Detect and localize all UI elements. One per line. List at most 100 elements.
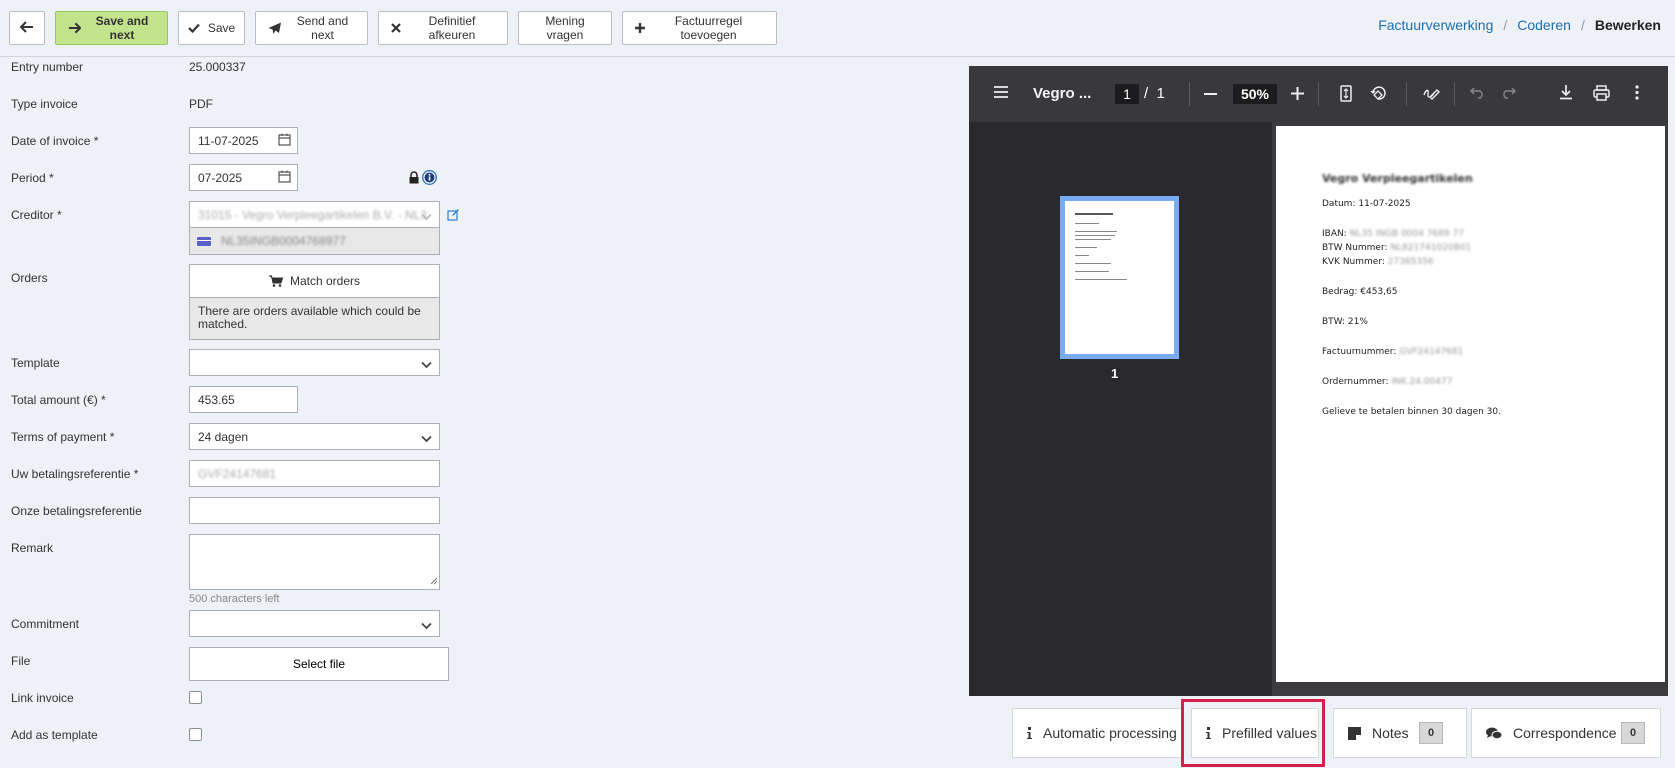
- terms-of-payment-value: 24 dagen: [198, 429, 249, 444]
- template-select[interactable]: [189, 349, 440, 376]
- zoom-in-icon[interactable]: [1291, 87, 1304, 100]
- doc-iban-value: NL35 INGB 0004 7689 77: [1346, 229, 1465, 239]
- tab-automatic-processing[interactable]: Automatic processing: [1012, 708, 1183, 758]
- entry-number-value: 25.000337: [189, 60, 246, 74]
- period-label: Period *: [11, 171, 54, 185]
- type-invoice-value: PDF: [189, 97, 213, 111]
- toolbar-divider: [1406, 82, 1407, 106]
- undo-icon[interactable]: [1470, 85, 1485, 99]
- onze-referentie-label: Onze betalingsreferentie: [11, 504, 142, 518]
- page-thumbnail[interactable]: [1060, 196, 1179, 359]
- doc-kvk-label: KVK Nummer:: [1322, 257, 1385, 267]
- tab-correspondence[interactable]: Correspondence 0: [1471, 708, 1661, 758]
- add-invoice-line-button[interactable]: Factuurregel toevoegen: [622, 11, 777, 45]
- breadcrumb-separator: /: [1580, 17, 1585, 33]
- send-and-next-button[interactable]: Send and next: [255, 11, 368, 45]
- remark-label: Remark: [11, 541, 54, 555]
- ask-opinion-button[interactable]: Mening vragen: [518, 11, 612, 45]
- chevron-down-icon: [421, 432, 432, 446]
- date-of-invoice-field[interactable]: 11-07-2025: [189, 127, 298, 154]
- lock-icon[interactable]: [408, 171, 420, 187]
- menu-icon[interactable]: [993, 85, 1009, 99]
- period-field[interactable]: 07-2025: [189, 164, 298, 191]
- uw-referentie-input[interactable]: GVF24147681: [189, 460, 440, 487]
- creditor-value: 31015 - Vegro Verpleegartikelen B.V. - N…: [198, 207, 426, 222]
- redo-icon[interactable]: [1501, 85, 1516, 99]
- breadcrumb-item-coderen[interactable]: Coderen: [1517, 17, 1571, 33]
- commitment-select[interactable]: [189, 610, 440, 637]
- total-amount-label: Total amount (€) *: [11, 393, 106, 407]
- edit-creditor-icon[interactable]: [447, 208, 460, 224]
- print-icon[interactable]: [1593, 85, 1610, 101]
- page-total-value: 1: [1156, 85, 1165, 102]
- doc-bedrag: Bedrag: €453,65: [1322, 287, 1398, 297]
- calendar-icon[interactable]: [278, 170, 291, 186]
- match-orders-button[interactable]: Match orders: [189, 264, 440, 298]
- uw-referentie-label: Uw betalingsreferentie *: [11, 467, 139, 481]
- arrow-right-icon: [68, 22, 81, 34]
- pdf-page-area: Vegro Verpleegartikelen Datum: 11-07-202…: [1272, 122, 1668, 696]
- terms-of-payment-label: Terms of payment *: [11, 430, 115, 444]
- save-and-next-label: Save and next: [95, 14, 149, 42]
- add-as-template-checkbox[interactable]: [189, 728, 202, 741]
- thumbnail-sidebar: 1: [969, 122, 1272, 696]
- doc-iban: IBAN: NL35 INGB 0004 7689 77: [1322, 228, 1665, 240]
- chevron-down-icon: [421, 210, 432, 224]
- doc-kvk-nummer: KVK Nummer: 27365356: [1322, 256, 1665, 268]
- doc-kvk-value: 27365356: [1384, 257, 1434, 267]
- pdf-title: Vegro ...: [1033, 85, 1092, 102]
- orders-label: Orders: [11, 271, 48, 285]
- creditor-select[interactable]: 31015 - Vegro Verpleegartikelen B.V. - N…: [189, 201, 440, 228]
- more-vertical-icon[interactable]: [1635, 85, 1639, 100]
- draw-icon[interactable]: [1423, 85, 1440, 101]
- breadcrumb-current: Bewerken: [1594, 17, 1661, 33]
- notes-count-badge: 0: [1419, 722, 1443, 744]
- select-file-button[interactable]: Select file: [189, 647, 449, 681]
- info-icon[interactable]: [421, 169, 438, 188]
- onze-referentie-input[interactable]: [189, 497, 440, 524]
- save-and-next-button[interactable]: Save and next: [55, 11, 168, 45]
- tab-notes[interactable]: Notes 0: [1333, 708, 1467, 758]
- doc-btw-nummer: BTW Nummer: NL821741020B01: [1322, 242, 1665, 254]
- doc-heading: Vegro Verpleegartikelen: [1322, 172, 1473, 185]
- zoom-out-icon[interactable]: [1204, 93, 1217, 95]
- remark-textarea[interactable]: [189, 534, 440, 590]
- commitment-label: Commitment: [11, 617, 80, 631]
- date-of-invoice-label: Date of invoice *: [11, 134, 99, 148]
- add-as-template-label: Add as template: [11, 728, 98, 742]
- shopping-cart-icon: [268, 275, 283, 287]
- remark-chars-left: 500 characters left: [189, 593, 280, 605]
- back-button[interactable]: [9, 11, 45, 45]
- fit-page-icon[interactable]: [1340, 85, 1352, 102]
- download-icon[interactable]: [1559, 85, 1573, 100]
- link-invoice-checkbox[interactable]: [189, 691, 202, 704]
- doc-factuur-value: GVF24147681: [1396, 347, 1464, 357]
- reject-button[interactable]: Definitief afkeuren: [378, 11, 508, 45]
- total-amount-input[interactable]: 453.65: [189, 386, 298, 413]
- toolbar-divider: [1318, 82, 1319, 106]
- arrow-left-icon: [19, 20, 34, 36]
- period-lock-info: [408, 169, 438, 188]
- chevron-down-icon: [421, 619, 432, 633]
- resize-handle-icon[interactable]: [430, 574, 438, 588]
- terms-of-payment-select[interactable]: 24 dagen: [189, 423, 440, 450]
- thumbnail-page-number: 1: [1111, 366, 1119, 381]
- orders-note: There are orders available which could b…: [189, 298, 440, 340]
- pdf-viewer-toolbar: Vegro ... 1 / 1 50%: [969, 66, 1668, 122]
- creditor-label: Creditor *: [11, 208, 62, 222]
- doc-datum: Datum: 11-07-2025: [1322, 199, 1411, 209]
- toolbar-divider: [1189, 82, 1190, 106]
- breadcrumb-item-factuurverwerking[interactable]: Factuurverwerking: [1378, 17, 1493, 33]
- calendar-icon[interactable]: [278, 133, 291, 149]
- rotate-icon[interactable]: [1370, 85, 1387, 102]
- sticky-note-icon: [1348, 726, 1361, 740]
- doc-factuur-label: Factuurnummer:: [1322, 347, 1397, 357]
- uw-referentie-value: GVF24147681: [198, 466, 277, 481]
- zoom-level[interactable]: 50%: [1233, 84, 1277, 104]
- chevron-down-icon: [421, 358, 432, 372]
- save-button[interactable]: Save: [178, 11, 245, 45]
- page-number-input[interactable]: 1: [1115, 84, 1139, 104]
- tab-notes-label: Notes: [1372, 725, 1409, 741]
- correspondence-count-badge: 0: [1621, 722, 1645, 744]
- period-value: 07-2025: [198, 170, 243, 185]
